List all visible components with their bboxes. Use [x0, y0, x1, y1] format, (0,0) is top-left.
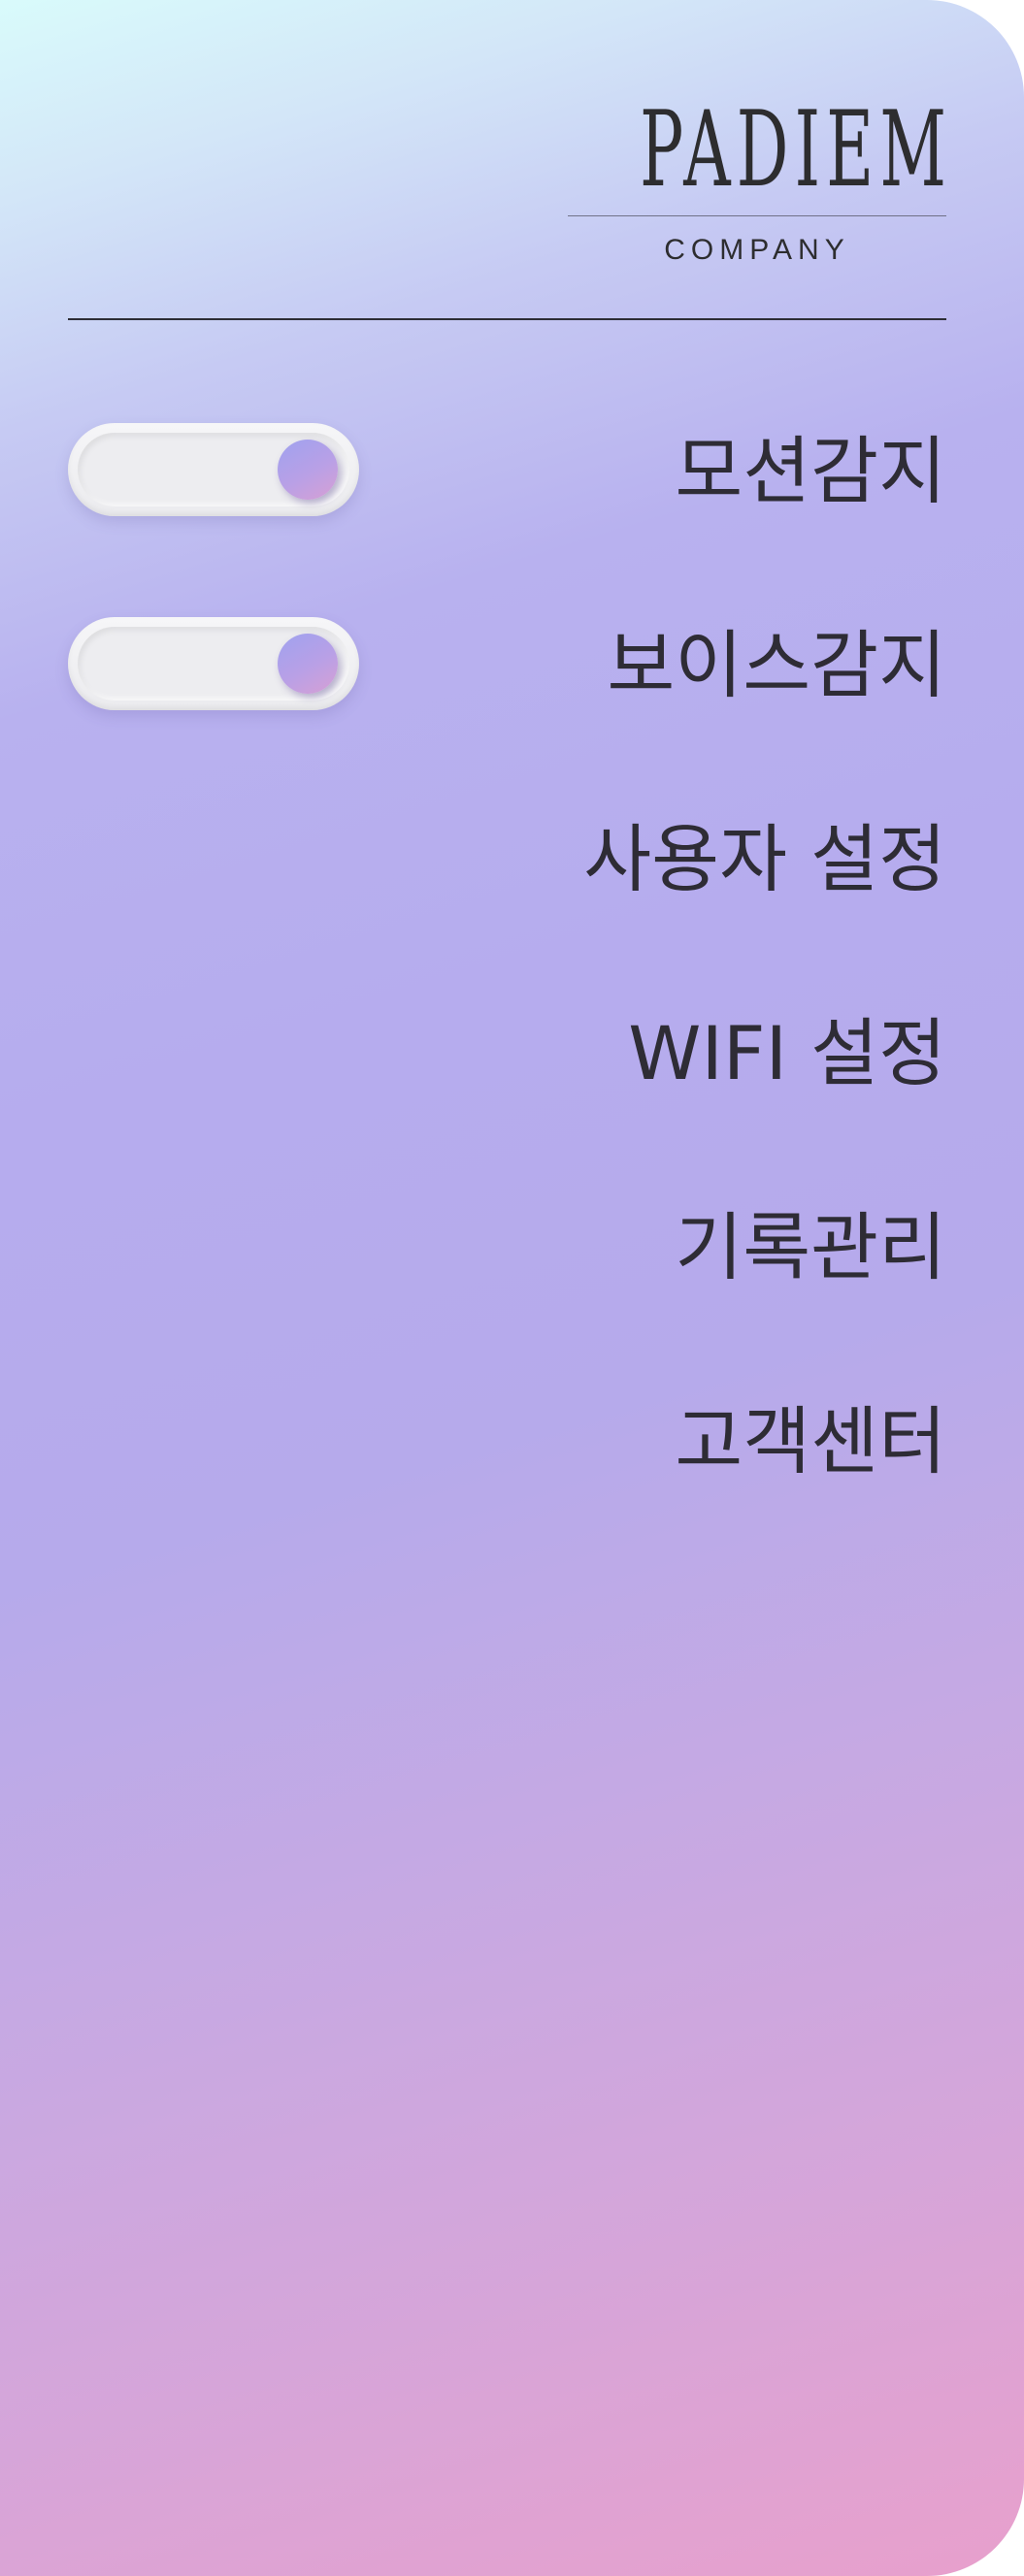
- side-menu-panel: PADIEM COMPANY 모션감지 보이스감지 사용자 설정 WIFI 설정: [0, 0, 1024, 2576]
- menu-item-wifi-settings[interactable]: WIFI 설정: [68, 1005, 946, 1199]
- toggle-knob[interactable]: [278, 634, 338, 694]
- menu-item-label[interactable]: 고객센터: [675, 1393, 946, 1490]
- menu-item-label[interactable]: 사용자 설정: [583, 811, 946, 908]
- menu-item-customer-center[interactable]: 고객센터: [68, 1393, 946, 1587]
- brand-logo: PADIEM COMPANY: [568, 97, 946, 267]
- menu-list: 모션감지 보이스감지 사용자 설정 WIFI 설정 기록관리 고객센터: [68, 423, 946, 1587]
- menu-item-voice-detect[interactable]: 보이스감지: [68, 617, 946, 811]
- toggle-knob[interactable]: [278, 440, 338, 500]
- brand-divider: [568, 215, 946, 216]
- motion-detect-toggle[interactable]: [68, 423, 359, 516]
- menu-item-label: 보이스감지: [607, 622, 946, 708]
- menu-item-records[interactable]: 기록관리: [68, 1199, 946, 1393]
- menu-item-label: 모션감지: [675, 428, 946, 514]
- brand-name: PADIEM: [640, 89, 953, 211]
- menu-item-motion-detect[interactable]: 모션감지: [68, 423, 946, 617]
- menu-item-label[interactable]: 기록관리: [675, 1199, 946, 1296]
- voice-detect-toggle[interactable]: [68, 617, 359, 710]
- brand-subtitle: COMPANY: [664, 234, 850, 266]
- menu-item-user-settings[interactable]: 사용자 설정: [68, 811, 946, 1005]
- menu-item-label[interactable]: WIFI 설정: [628, 1005, 946, 1102]
- header-divider: [68, 318, 946, 320]
